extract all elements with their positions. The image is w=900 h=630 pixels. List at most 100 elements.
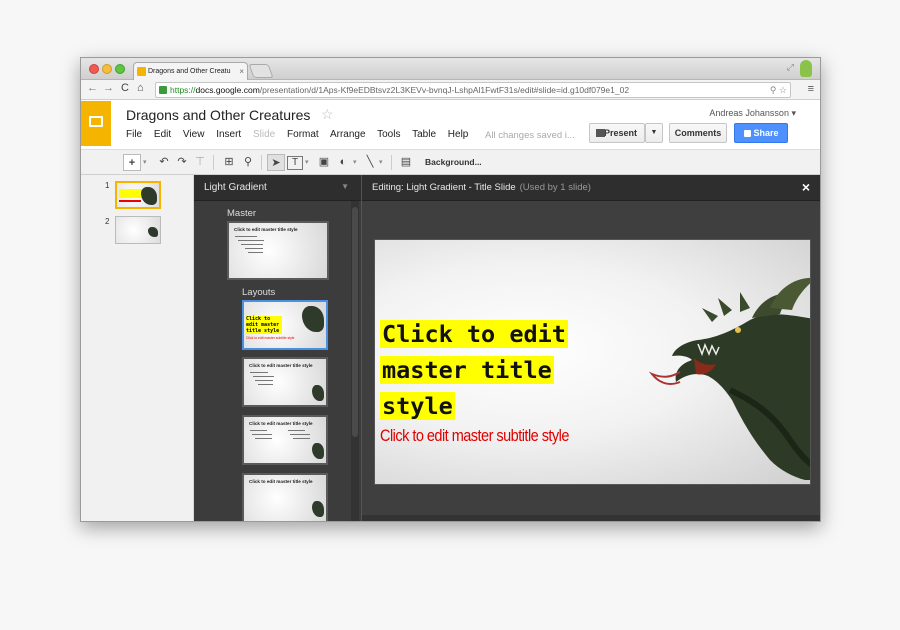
close-window-button[interactable] [89, 64, 99, 74]
document-title[interactable]: Dragons and Other Creatures [126, 107, 310, 123]
toolbar-separator [213, 155, 214, 170]
fullscreen-icon[interactable]: ⤢ [787, 62, 794, 73]
layout-thumb-title: Click to edit master title style [249, 479, 313, 484]
toolbar-separator [391, 155, 392, 170]
menu-table[interactable]: Table [412, 129, 436, 140]
redo-icon[interactable]: ↷ [175, 154, 189, 171]
master-thumbnail[interactable]: Click to edit master title style [227, 221, 329, 280]
line-icon[interactable]: ╲ [363, 154, 377, 171]
panel-scrollbar[interactable] [351, 201, 359, 521]
slide-canvas[interactable]: Click to edit master title style Click to … [374, 239, 811, 485]
close-icon[interactable]: × [802, 179, 810, 195]
present-label: Present [604, 128, 638, 138]
browser-tab[interactable]: Dragons and Other Creatu × [133, 62, 248, 80]
share-label: Share [753, 128, 779, 138]
layout-thumb-subtitle: Click to edit master subtitle style [246, 336, 295, 340]
comments-button[interactable]: Comments [669, 123, 727, 143]
slide-filmstrip: 1 2 [81, 175, 194, 521]
tab-bar: Dragons and Other Creatu × ⤢ [81, 58, 820, 80]
new-slide-dropdown-icon[interactable]: ▾ [143, 154, 147, 171]
master-thumb-title: Click to edit master title style [234, 227, 298, 232]
layout-thumbnail-title-only[interactable]: Click to edit master title style [242, 473, 328, 521]
menu-format[interactable]: Format [287, 129, 319, 140]
layouts-label: Layouts [242, 287, 276, 298]
line-dropdown-icon[interactable]: ▾ [379, 154, 383, 171]
text-box-dropdown-icon[interactable]: ▾ [305, 154, 309, 171]
address-bar[interactable]: https://docs.google.com/presentation/d/1… [155, 82, 791, 98]
dragon-image [312, 385, 324, 401]
chevron-down-icon: ▾ [791, 108, 796, 118]
menu-arrange[interactable]: Arrange [330, 129, 366, 140]
minimize-window-button[interactable] [102, 64, 112, 74]
menu-file[interactable]: File [126, 129, 142, 140]
dragon-image[interactable] [620, 260, 811, 480]
editor-used-count: (Used by 1 slide) [519, 182, 591, 193]
present-button[interactable]: Present [589, 123, 645, 143]
slide-number: 1 [105, 181, 110, 190]
zoom-fit-icon[interactable]: ⊞ [221, 154, 237, 171]
editor-header: Editing: Light Gradient - Title Slide (Us… [362, 175, 820, 201]
bullet-lines [235, 236, 289, 256]
dragon-image [141, 187, 157, 205]
slides-logo-icon[interactable] [81, 101, 111, 146]
layout-thumb-title: Click to edit master title style [249, 421, 313, 426]
title-line-2: master title [380, 356, 554, 384]
undo-icon[interactable]: ↶ [157, 154, 171, 171]
layout-thumb-title: Click to edit master title style [249, 363, 313, 368]
forward-icon[interactable]: → [103, 82, 114, 94]
editor-title-text: Editing: Light Gradient - Title Slide [372, 182, 516, 193]
text-box-icon[interactable]: T [287, 156, 303, 170]
home-icon[interactable]: ⌂ [137, 82, 144, 94]
toolbar-separator [261, 155, 262, 170]
new-tab-button[interactable] [248, 64, 274, 78]
new-slide-button[interactable]: + [123, 154, 141, 171]
layout-thumbnail-title-body[interactable]: Click to edit master title style [242, 357, 328, 407]
layout-thumbnail-two-columns[interactable]: Click to edit master title style [242, 415, 328, 465]
tab-close-icon[interactable]: × [239, 63, 244, 80]
menu-edit[interactable]: Edit [154, 129, 171, 140]
shape-dropdown-icon[interactable]: ▾ [353, 154, 357, 171]
paint-format-icon[interactable]: ⊤ [193, 154, 207, 171]
reload-icon[interactable]: C [121, 82, 129, 94]
master-layouts-panel: Light Gradient ▼ Master Click to edit ma… [194, 175, 361, 521]
menu-tools[interactable]: Tools [377, 129, 400, 140]
slide-subtitle-placeholder[interactable]: Click to edit master subtitle style [380, 427, 569, 446]
mini-title-highlight [119, 189, 143, 198]
share-button[interactable]: Share [734, 123, 788, 143]
navigation-bar: ← → C ⌂ https://docs.google.com/presenta… [81, 80, 820, 100]
image-icon[interactable]: ▣ [317, 154, 331, 171]
present-dropdown-button[interactable]: ▼ [645, 123, 663, 143]
slides-favicon-icon [137, 67, 146, 76]
mini-subtitle-line [119, 200, 141, 202]
background-button[interactable]: Background... [425, 154, 482, 171]
star-icon[interactable]: ☆ [321, 106, 334, 123]
theme-selector[interactable]: Light Gradient ▼ [194, 175, 361, 201]
slide-number: 2 [105, 217, 110, 226]
hamburger-menu-icon[interactable]: ≡ [808, 83, 814, 95]
slide-title-placeholder[interactable]: Click to edit master title style [380, 316, 595, 424]
master-label: Master [227, 208, 257, 219]
editor-title: Editing: Light Gradient - Title Slide (Us… [372, 182, 591, 193]
menu-view[interactable]: View [183, 129, 205, 140]
profile-icon[interactable] [800, 60, 812, 77]
title-line-3: style [380, 392, 455, 420]
menu-bar: File Edit View Insert Slide Format Arran… [126, 129, 477, 140]
menu-insert[interactable]: Insert [216, 129, 241, 140]
url-host: docs.google.com [195, 85, 260, 95]
zoom-window-button[interactable] [115, 64, 125, 74]
comment-icon[interactable]: ▤ [399, 154, 413, 171]
user-name[interactable]: Andreas Johansson ▾ [709, 108, 796, 119]
toolbar: + ▾ ↶ ↷ ⊤ ⊞ ⚲ ➤ T ▾ ▣ ◐ ▾ ╲ ▾ ▤ Backgrou… [81, 149, 820, 175]
slide-thumbnail-2[interactable] [115, 216, 161, 244]
select-cursor-icon[interactable]: ➤ [267, 154, 285, 171]
zoom-star-icons[interactable]: ⚲ ☆ [770, 83, 787, 97]
shape-icon[interactable]: ◐ [335, 154, 351, 171]
layout-thumbnail-title-slide[interactable]: Click to edit master title style Click t… [242, 300, 328, 350]
save-status[interactable]: All changes saved i... [485, 130, 575, 141]
user-name-label: Andreas Johansson [709, 108, 789, 118]
dragon-image [312, 443, 324, 459]
zoom-icon[interactable]: ⚲ [241, 154, 255, 171]
menu-help[interactable]: Help [448, 129, 469, 140]
slide-thumbnail-1[interactable] [115, 181, 161, 209]
back-icon[interactable]: ← [87, 82, 98, 94]
